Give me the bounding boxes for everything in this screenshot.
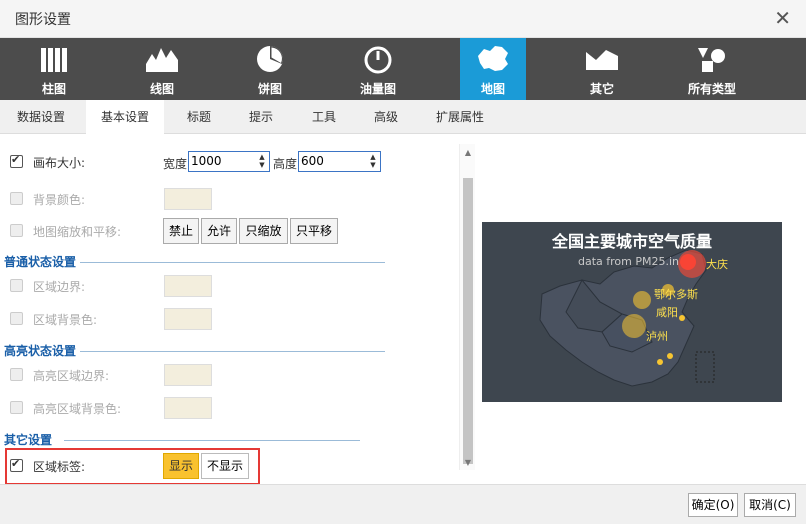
section-normal-state: 普通状态设置 — [4, 255, 77, 269]
pie-chart-icon — [257, 46, 283, 72]
map-zoom-label: 地图缩放和平移: — [33, 225, 122, 239]
chart-type-label: 其它 — [589, 82, 614, 96]
chart-type-label: 地图 — [480, 82, 505, 96]
width-input[interactable]: 1000 ▲ ▼ — [188, 151, 270, 172]
canvas-size-label: 画布大小: — [33, 156, 86, 170]
width-spinner-icon[interactable]: ▲ ▼ — [258, 153, 266, 169]
tab-tools[interactable]: 工具 — [297, 100, 351, 134]
canvas-size-checkbox[interactable] — [10, 153, 23, 168]
width-value: 1000 — [191, 154, 222, 168]
height-input[interactable]: 600 ▲ ▼ — [298, 151, 381, 172]
canvas-size-row: 画布大小: 宽度 1000 ▲▼ 高度 600 ▲▼ — [0, 148, 460, 176]
chart-type-label: 所有类型 — [687, 82, 736, 96]
map-zoom-row: 地图缩放和平移: 禁止 允许 只缩放 只平移 — [0, 217, 460, 245]
dialog-title: 图形设置 — [15, 12, 71, 28]
width-label: 宽度 — [163, 157, 188, 171]
highlight-box — [5, 448, 260, 485]
city-label: 鄂尔多斯 — [654, 288, 698, 301]
settings-tabs: 数据设置 基本设置 标题 提示 工具 高级 扩展属性 — [0, 100, 806, 134]
map-zoom-checkbox[interactable] — [10, 224, 23, 237]
bar-chart-icon — [41, 48, 67, 72]
height-label: 高度 — [273, 157, 298, 171]
region-bg-swatch[interactable] — [164, 308, 212, 330]
section-divider — [80, 262, 385, 263]
close-icon[interactable]: ✕ — [774, 6, 791, 30]
hl-border-checkbox[interactable] — [10, 368, 23, 381]
tab-tooltip[interactable]: 提示 — [234, 100, 288, 134]
hl-bg-checkbox[interactable] — [10, 401, 23, 414]
preview-title: 全国主要城市空气质量 — [551, 232, 712, 251]
cancel-button[interactable]: 取消(C) — [744, 493, 796, 517]
dialog-footer: 确定(O) 取消(C) — [0, 484, 806, 524]
section-divider — [64, 440, 360, 441]
zoom-disable-button[interactable]: 禁止 — [163, 218, 199, 244]
chart-type-label: 饼图 — [257, 82, 282, 96]
chart-type-label: 线图 — [149, 82, 174, 96]
bg-color-row: 背景颜色: — [0, 185, 460, 213]
chart-type-other[interactable]: 其它 — [548, 38, 656, 100]
hl-border-label: 高亮区域边界: — [33, 369, 110, 383]
china-map-icon — [478, 46, 508, 71]
tab-title[interactable]: 标题 — [172, 100, 226, 134]
tab-advanced[interactable]: 高级 — [359, 100, 413, 134]
scroll-up-icon[interactable]: ▲ — [463, 148, 473, 158]
region-bg-row: 区域背景色: — [0, 305, 460, 333]
tab-extended-properties[interactable]: 扩展属性 — [421, 100, 499, 134]
zoom-only-button[interactable]: 只缩放 — [239, 218, 288, 244]
pan-only-button[interactable]: 只平移 — [290, 218, 338, 244]
city-label: 大庆 — [706, 258, 728, 271]
bg-color-label: 背景颜色: — [33, 193, 86, 207]
other-chart-icon — [586, 50, 618, 70]
gauge-icon — [364, 46, 392, 74]
section-highlight-state: 高亮状态设置 — [4, 344, 77, 358]
hl-border-swatch[interactable] — [164, 364, 212, 386]
height-value: 600 — [301, 154, 324, 168]
tab-data-settings[interactable]: 数据设置 — [2, 100, 80, 134]
bg-color-checkbox[interactable] — [10, 192, 23, 205]
city-label: 咸阳 — [656, 306, 678, 319]
line-chart-icon — [146, 48, 178, 72]
height-spinner-icon[interactable]: ▲ ▼ — [369, 153, 377, 169]
bg-color-swatch[interactable] — [164, 188, 212, 210]
chart-type-toolbar: 柱图 线图 饼图 油量图 地图 其它 所有类型 — [0, 38, 806, 100]
chart-type-pie[interactable]: 饼图 — [216, 38, 324, 100]
hl-border-row: 高亮区域边界: — [0, 361, 460, 389]
scroll-down-icon[interactable]: ▼ — [463, 458, 473, 468]
section-divider — [80, 351, 385, 352]
chart-type-gauge[interactable]: 油量图 — [324, 38, 432, 100]
chart-type-line[interactable]: 线图 — [108, 38, 216, 100]
region-border-swatch[interactable] — [164, 275, 212, 297]
region-border-checkbox[interactable] — [10, 279, 23, 292]
hl-bg-swatch[interactable] — [164, 397, 212, 419]
region-border-row: 区域边界: — [0, 272, 460, 300]
zoom-allow-button[interactable]: 允许 — [201, 218, 237, 244]
region-bg-label: 区域背景色: — [33, 313, 98, 327]
chart-type-all[interactable]: 所有类型 — [658, 38, 766, 100]
region-bg-checkbox[interactable] — [10, 312, 23, 325]
hl-bg-label: 高亮区域背景色: — [33, 402, 122, 416]
settings-scrollbar[interactable]: ▲ ▼ — [459, 144, 475, 470]
city-label: 泸州 — [646, 330, 668, 343]
map-preview: 全国主要城市空气质量 data from PM25.in 大庆 鄂尔多斯 咸阳 … — [482, 222, 782, 402]
all-types-icon — [698, 48, 725, 72]
chart-type-bar[interactable]: 柱图 — [0, 38, 108, 100]
hl-bg-row: 高亮区域背景色: — [0, 394, 460, 422]
chart-type-map[interactable]: 地图 — [460, 38, 526, 100]
tab-basic-settings[interactable]: 基本设置 — [86, 100, 165, 134]
dialog-titlebar: 图形设置 ✕ — [0, 0, 806, 38]
preview-subtitle: data from PM25.in — [578, 255, 680, 268]
chart-type-label: 柱图 — [41, 82, 66, 96]
chart-type-label: 油量图 — [359, 82, 396, 96]
region-border-label: 区域边界: — [33, 280, 86, 294]
ok-button[interactable]: 确定(O) — [688, 493, 738, 517]
scrollbar-thumb[interactable] — [463, 178, 473, 464]
